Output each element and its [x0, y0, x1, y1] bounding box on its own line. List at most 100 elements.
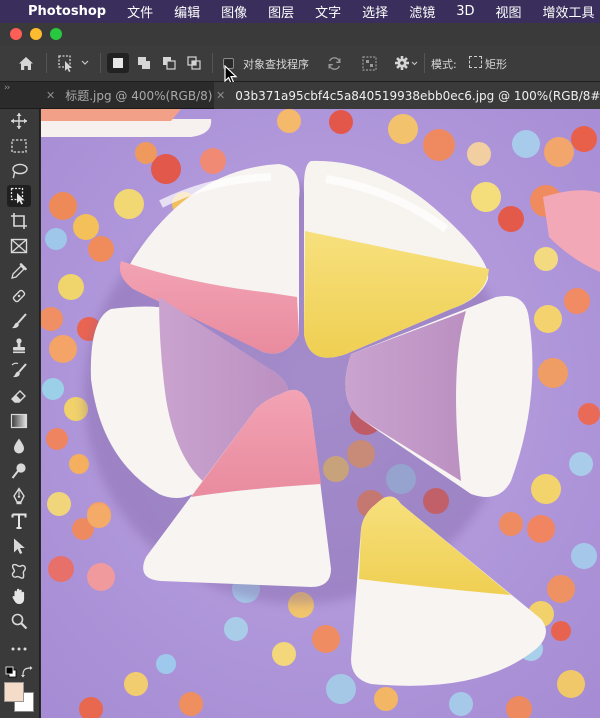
show-all-objects-button[interactable]: [358, 53, 380, 73]
close-window-button[interactable]: [10, 28, 22, 40]
move-tool[interactable]: [7, 110, 31, 132]
history-brush-tool[interactable]: [7, 360, 31, 382]
menu-image[interactable]: 图像: [221, 2, 247, 21]
marquee-icon: [11, 139, 27, 153]
pen-tool[interactable]: [7, 485, 31, 507]
menu-3d[interactable]: 3D: [456, 4, 474, 19]
move-icon: [11, 113, 27, 129]
intersect-selection-icon: [187, 56, 201, 70]
document-tab-bar: ›› ✕ 标题.jpg @ 400%(RGB/8) ✕ 03b371a95cbf…: [0, 82, 600, 109]
zoom-window-button[interactable]: [50, 28, 62, 40]
document-canvas[interactable]: [41, 109, 600, 718]
type-tool[interactable]: [7, 510, 31, 532]
brush-icon: [12, 313, 27, 329]
object-finder-label: 对象查找程序: [243, 58, 309, 71]
refresh-icon: [328, 56, 340, 70]
intersect-selection-button[interactable]: [183, 53, 205, 73]
tab-label: 03b371a95cbf4c5a840519938ebb0ec6.jpg @ 1…: [235, 88, 600, 103]
home-button[interactable]: [14, 53, 38, 73]
lasso-tool[interactable]: [7, 160, 31, 182]
object-finder-settings-button[interactable]: [392, 53, 420, 73]
tools-panel: [0, 109, 40, 718]
app-menu-photoshop[interactable]: Photoshop: [28, 4, 106, 19]
foreground-color-swatch[interactable]: [4, 682, 24, 702]
hand-tool[interactable]: [7, 585, 31, 607]
tool-preset-picker[interactable]: [56, 53, 92, 73]
stamp-icon: [13, 338, 25, 354]
edit-toolbar-button[interactable]: [7, 638, 31, 660]
candy-photo: [41, 109, 600, 718]
options-divider: [100, 53, 101, 73]
eyedropper-icon: [11, 263, 27, 279]
options-bar: 对象查找程序 模式: 矩形: [0, 45, 600, 85]
custom-shape-icon: [11, 563, 26, 579]
gradient-icon: [10, 413, 28, 429]
mode-dropdown-value[interactable]: 矩形: [485, 56, 507, 72]
menu-view[interactable]: 视图: [495, 2, 521, 21]
close-tab-icon[interactable]: ✕: [46, 89, 55, 102]
type-icon: [11, 513, 27, 529]
refresh-object-finder-button[interactable]: [323, 53, 345, 73]
custom-shape-tool[interactable]: [7, 560, 31, 582]
swap-colors-icon[interactable]: [21, 666, 33, 678]
more-dots-icon: [11, 647, 27, 651]
zoom-tool[interactable]: [7, 610, 31, 632]
collapse-panels-icon[interactable]: ››: [4, 83, 10, 93]
menu-bar: Photoshop 文件 编辑 图像 图层 文字 选择 滤镜 3D 视图 增效工…: [0, 0, 600, 23]
rectangular-marquee-tool[interactable]: [7, 135, 31, 157]
dodge-tool[interactable]: [7, 460, 31, 482]
new-selection-icon: [113, 58, 123, 68]
tab-document-1[interactable]: ✕ 标题.jpg @ 400%(RGB/8): [46, 82, 228, 109]
object-selection-preset-icon: [58, 55, 89, 72]
menu-layer[interactable]: 图层: [268, 2, 294, 21]
minimize-window-button[interactable]: [30, 28, 42, 40]
mode-label: 模式:: [431, 58, 457, 71]
clone-stamp-tool[interactable]: [7, 335, 31, 357]
subtract-from-selection-button[interactable]: [158, 53, 180, 73]
eyedropper-tool[interactable]: [7, 260, 31, 282]
bandage-icon: [12, 289, 26, 303]
dodge-icon: [11, 463, 26, 479]
home-icon: [19, 56, 33, 70]
subtract-from-selection-icon: [163, 57, 176, 70]
menu-filter[interactable]: 滤镜: [409, 2, 435, 21]
pen-icon: [13, 487, 25, 505]
frame-icon: [10, 238, 28, 254]
menu-edit[interactable]: 编辑: [174, 2, 200, 21]
spot-healing-brush-tool[interactable]: [7, 285, 31, 307]
menu-file[interactable]: 文件: [127, 2, 153, 21]
new-selection-button[interactable]: [107, 53, 129, 73]
window-title-bar: [0, 23, 600, 45]
show-all-objects-icon: [361, 55, 377, 71]
add-to-selection-icon: [138, 57, 150, 69]
crop-icon: [11, 213, 27, 229]
gear-icon: [395, 56, 418, 70]
object-selection-tool[interactable]: [7, 185, 31, 207]
zoom-icon: [11, 613, 28, 630]
options-divider: [212, 53, 213, 73]
object-selection-icon: [10, 187, 25, 205]
arrow-cursor-icon: [14, 538, 25, 554]
default-colors-icon[interactable]: [5, 666, 17, 678]
options-divider: [424, 53, 425, 73]
blur-drop-icon: [14, 438, 24, 454]
path-selection-tool[interactable]: [7, 535, 31, 557]
rectangle-mode-icon[interactable]: [469, 56, 482, 68]
gradient-tool[interactable]: [7, 410, 31, 432]
lasso-icon: [12, 163, 28, 179]
menu-select[interactable]: 选择: [362, 2, 388, 21]
brush-tool[interactable]: [7, 310, 31, 332]
tab-document-2[interactable]: ✕ 03b371a95cbf4c5a840519938ebb0ec6.jpg @…: [214, 82, 600, 109]
add-to-selection-button[interactable]: [133, 53, 155, 73]
eraser-icon: [11, 390, 26, 403]
tab-label: 标题.jpg @ 400%(RGB/8): [65, 89, 213, 103]
history-brush-icon: [11, 362, 27, 378]
close-tab-icon[interactable]: ✕: [216, 89, 225, 102]
menu-plugins[interactable]: 增效工具: [543, 2, 595, 21]
frame-tool[interactable]: [7, 235, 31, 257]
eraser-tool[interactable]: [7, 385, 31, 407]
blur-tool[interactable]: [7, 435, 31, 457]
menu-type[interactable]: 文字: [315, 2, 341, 21]
crop-tool[interactable]: [7, 210, 31, 232]
hand-icon: [12, 588, 25, 604]
